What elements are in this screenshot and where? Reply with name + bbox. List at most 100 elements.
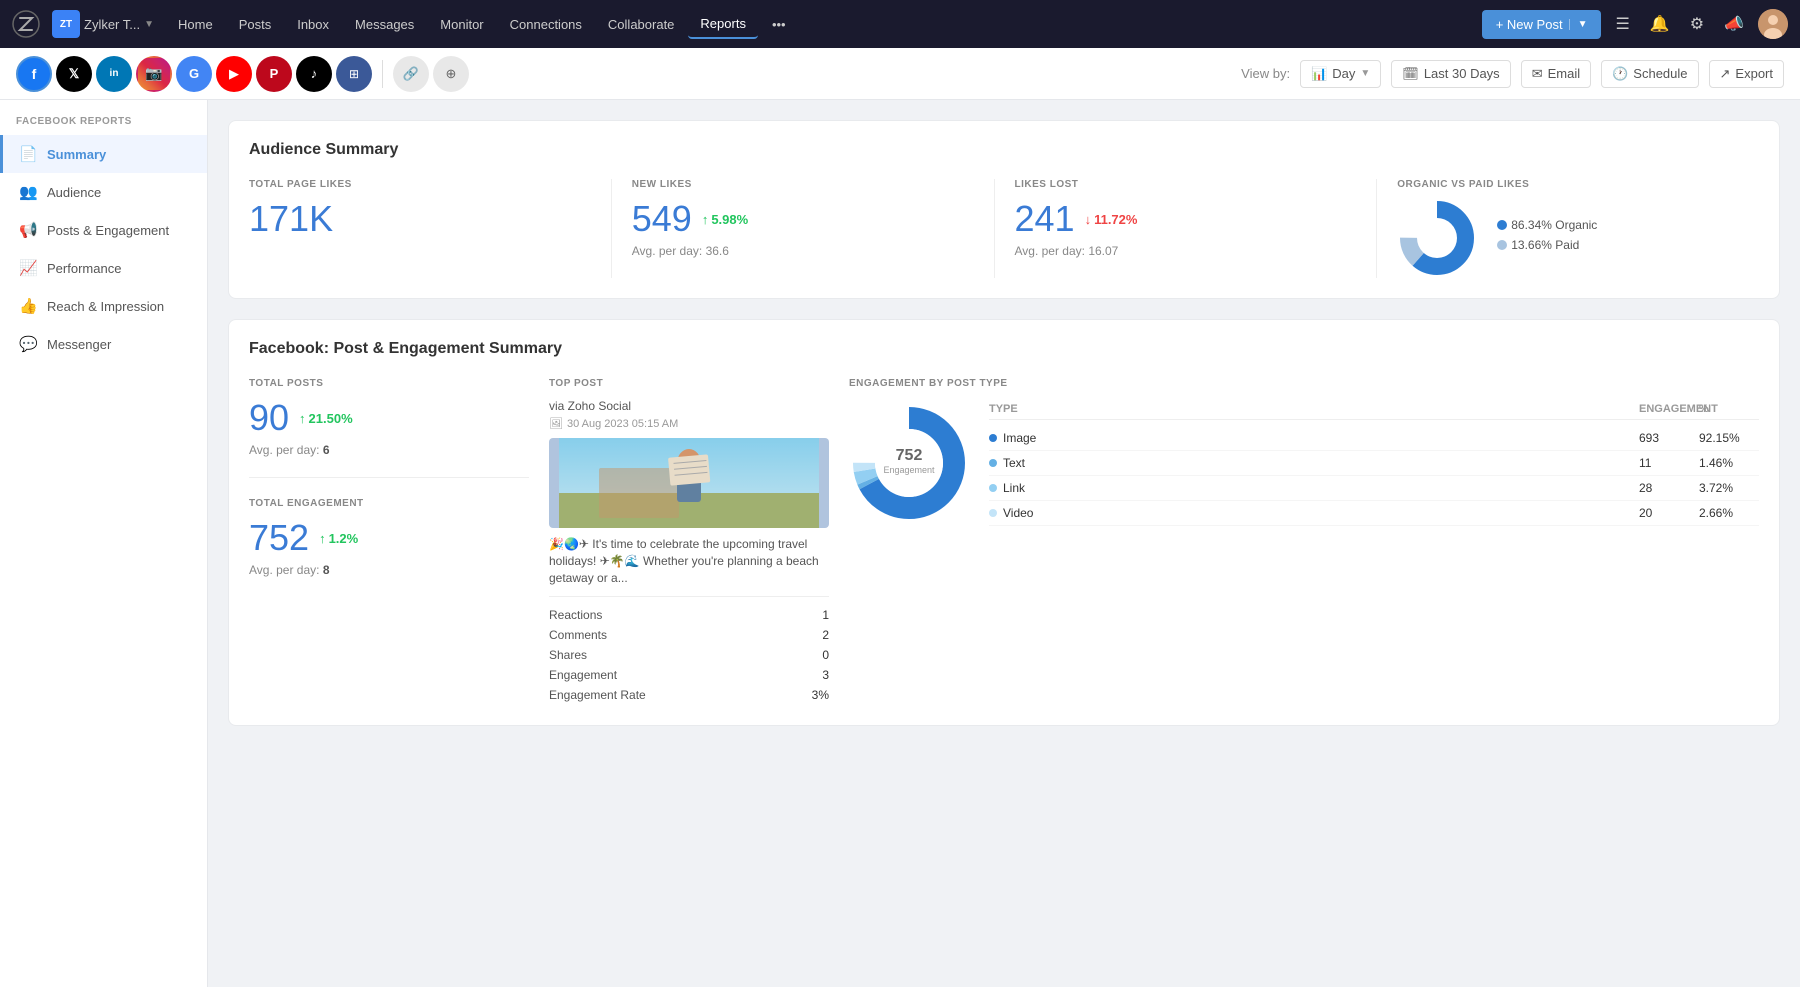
- schedule-button[interactable]: 🕐 Schedule: [1601, 60, 1698, 88]
- social-youtube[interactable]: ▶: [216, 56, 252, 92]
- settings-gear-icon[interactable]: ⚙: [1684, 10, 1710, 38]
- audience-icon: 👥: [19, 183, 37, 201]
- social-twitter[interactable]: 𝕏: [56, 56, 92, 92]
- engagement-table-header: TYPE ENGAGEMENT %: [989, 399, 1759, 420]
- engagement-label: Engagement: [549, 668, 617, 682]
- summary-icon: 📄: [19, 145, 37, 163]
- paid-legend-item: 13.66% Paid: [1497, 238, 1597, 252]
- sidebar-item-reach-impression[interactable]: 👍 Reach & Impression: [0, 287, 207, 325]
- export-button[interactable]: ↗ Export: [1709, 60, 1784, 88]
- metric-reactions: Reactions 1: [549, 605, 829, 625]
- engagement-row-link: Link 28 3.72%: [989, 476, 1759, 501]
- engagement-row-video: Video 20 2.66%: [989, 501, 1759, 526]
- organic-dot: [1497, 220, 1507, 230]
- total-engagement-avg: Avg. per day: 8: [249, 563, 529, 577]
- date-range-button[interactable]: 🗓 Last 30 Days: [1391, 60, 1510, 88]
- audience-stats-row: TOTAL PAGE LIKES 171K NEW LIKES 549 ↑ 5.…: [249, 179, 1759, 278]
- likes-lost-avg: Avg. per day: 16.07: [1015, 244, 1357, 258]
- social-link-1[interactable]: 🔗: [393, 56, 429, 92]
- post-engagement-grid: TOTAL POSTS 90 ↑ 21.50% Avg. per day: 6: [249, 378, 1759, 705]
- total-posts-change-value: 21.50%: [309, 411, 353, 426]
- text-dot: [989, 459, 997, 467]
- new-post-label: + New Post: [1496, 17, 1563, 32]
- nav-item-connections[interactable]: Connections: [498, 11, 594, 38]
- new-likes-block: NEW LIKES 549 ↑ 5.98% Avg. per day: 36.6: [612, 179, 995, 278]
- metric-shares: Shares 0: [549, 645, 829, 665]
- top-post-caption: 🎉🌏✈ It's time to celebrate the upcoming …: [549, 536, 829, 586]
- sidebar-posts-label: Posts & Engagement: [47, 223, 169, 238]
- social-tiktok[interactable]: ♪: [296, 56, 332, 92]
- engagement-donut-container: 752 Engagement: [849, 403, 969, 523]
- twitter-icon: 𝕏: [69, 66, 79, 82]
- new-likes-change: ↑ 5.98%: [702, 212, 748, 227]
- view-day-label: Day: [1332, 66, 1355, 81]
- messenger-icon: 💬: [19, 335, 37, 353]
- social-linkedin[interactable]: in: [96, 56, 132, 92]
- text-engagement: 11: [1639, 456, 1699, 470]
- engagement-rate-label: Engagement Rate: [549, 688, 646, 702]
- likes-lost-block: LIKES LOST 241 ↓ 11.72% Avg. per day: 16…: [995, 179, 1378, 278]
- sidebar-item-posts-engagement[interactable]: 📢 Posts & Engagement: [0, 211, 207, 249]
- engagement-value: 3: [822, 668, 829, 682]
- nav-item-messages[interactable]: Messages: [343, 11, 426, 38]
- nav-items: Home Posts Inbox Messages Monitor Connec…: [166, 10, 798, 39]
- image-icon: 🖼: [549, 417, 563, 430]
- social-pinterest[interactable]: P: [256, 56, 292, 92]
- svg-text:752: 752: [896, 447, 923, 464]
- organic-paid-donut-container: 86.34% Organic 13.66% Paid: [1397, 198, 1739, 278]
- total-engagement-label: TOTAL ENGAGEMENT: [249, 498, 529, 509]
- nav-item-home[interactable]: Home: [166, 11, 225, 38]
- megaphone-icon[interactable]: 📣: [1718, 10, 1750, 38]
- sidebar-summary-label: Summary: [47, 147, 106, 162]
- nav-item-inbox[interactable]: Inbox: [285, 11, 341, 38]
- sidebar-audience-label: Audience: [47, 185, 101, 200]
- top-post-source: via Zoho Social: [549, 399, 829, 413]
- post-metrics: Reactions 1 Comments 2 Shares 0 Engage: [549, 596, 829, 705]
- metric-engagement-rate: Engagement Rate 3%: [549, 685, 829, 705]
- nav-item-reports[interactable]: Reports: [688, 10, 758, 39]
- engagement-chart: 752 Engagement TYPE ENGAGEMENT %: [849, 399, 1759, 526]
- view-day-button[interactable]: 📊 Day ▼: [1300, 60, 1381, 88]
- nav-item-posts[interactable]: Posts: [227, 11, 284, 38]
- sidebar-item-performance[interactable]: 📈 Performance: [0, 249, 207, 287]
- posts-engagement-icon: 📢: [19, 221, 37, 239]
- new-likes-value: 549 ↑ 5.98%: [632, 198, 974, 240]
- nav-item-collaborate[interactable]: Collaborate: [596, 11, 687, 38]
- bell-icon[interactable]: 🔔: [1644, 10, 1676, 38]
- blogger-icon: ⊞: [349, 67, 359, 81]
- social-link-2[interactable]: ⊕: [433, 56, 469, 92]
- social-instagram[interactable]: 📷: [136, 56, 172, 92]
- calendar-icon: 🗓: [1402, 66, 1419, 82]
- email-icon: ✉: [1532, 66, 1543, 82]
- engagement-by-type-label: ENGAGEMENT BY POST TYPE: [849, 378, 1759, 389]
- nav-item-monitor[interactable]: Monitor: [428, 11, 495, 38]
- engagement-donut-chart: 752 Engagement: [849, 403, 969, 523]
- sidebar-item-summary[interactable]: 📄 Summary: [0, 135, 207, 173]
- social-google[interactable]: G: [176, 56, 212, 92]
- new-post-button[interactable]: + New Post ▼: [1482, 10, 1602, 39]
- user-avatar[interactable]: [1758, 9, 1788, 39]
- sidebar-item-messenger[interactable]: 💬 Messenger: [0, 325, 207, 363]
- youtube-icon: ▶: [229, 66, 239, 82]
- image-engagement: 693: [1639, 431, 1699, 445]
- paid-dot: [1497, 240, 1507, 250]
- total-posts-change: ↑ 21.50%: [299, 411, 353, 426]
- social-bar: f 𝕏 in 📷 G ▶ P ♪ ⊞ 🔗 ⊕ View by: 📊 Day ▼: [0, 48, 1800, 100]
- social-blogger[interactable]: ⊞: [336, 56, 372, 92]
- total-engagement-value: 752 ↑ 1.2%: [249, 517, 529, 559]
- total-posts-label: TOTAL POSTS: [249, 378, 529, 389]
- engagement-row-image: Image 693 92.15%: [989, 426, 1759, 451]
- sidebar-item-audience[interactable]: 👥 Audience: [0, 173, 207, 211]
- email-button[interactable]: ✉ Email: [1521, 60, 1591, 88]
- linkedin-icon: in: [110, 68, 119, 79]
- brand-selector[interactable]: ZT Zylker T... ▼: [52, 10, 154, 38]
- grid-icon: ⊕: [446, 66, 457, 82]
- nav-item-more[interactable]: •••: [760, 11, 798, 38]
- sidebar-performance-label: Performance: [47, 261, 121, 276]
- social-facebook[interactable]: f: [16, 56, 52, 92]
- hamburger-icon[interactable]: ☰: [1609, 10, 1635, 38]
- image-pct: 92.15%: [1699, 431, 1759, 445]
- brand-name: Zylker T...: [84, 17, 140, 32]
- brand-chevron-icon: ▼: [144, 19, 154, 30]
- export-label: Export: [1735, 66, 1773, 81]
